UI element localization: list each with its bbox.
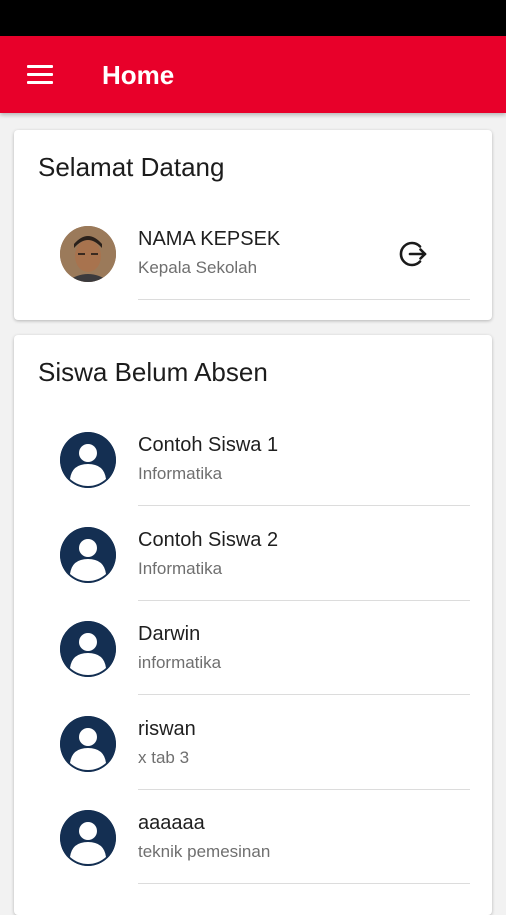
- menu-icon[interactable]: [27, 65, 53, 85]
- user-role: Kepala Sekolah: [138, 258, 258, 277]
- user-icon: [60, 621, 116, 677]
- app-bar: Home: [0, 36, 506, 113]
- profile-avatar: [60, 226, 116, 282]
- student-class: Informatika: [138, 559, 223, 578]
- welcome-title: Selamat Datang: [38, 152, 225, 182]
- welcome-card: Selamat Datang NAMA KEPSEK Kepala Sekola…: [14, 130, 492, 320]
- student-name: Contoh Siswa 1: [138, 434, 279, 456]
- student-class: informatika: [138, 653, 222, 672]
- divider: [138, 299, 470, 300]
- logout-icon[interactable]: [398, 238, 430, 270]
- divider: [138, 600, 470, 601]
- divider: [138, 505, 470, 506]
- user-icon: [60, 716, 116, 772]
- divider: [138, 789, 470, 790]
- user-icon: [60, 432, 116, 488]
- status-bar: [0, 0, 506, 36]
- list-item[interactable]: riswan x tab 3: [14, 697, 492, 791]
- absent-title: Siswa Belum Absen: [38, 357, 268, 387]
- absent-students-card: Siswa Belum Absen Contoh Siswa 1 Informat…: [14, 335, 492, 915]
- divider: [138, 694, 470, 695]
- student-class: teknik pemesinan: [138, 842, 271, 861]
- list-item[interactable]: Darwin informatika: [14, 602, 492, 696]
- student-name: Darwin: [138, 623, 201, 645]
- page-title: Home: [102, 60, 175, 90]
- divider: [138, 883, 470, 884]
- student-class: x tab 3: [138, 748, 190, 767]
- user-icon: [60, 527, 116, 583]
- list-item[interactable]: Contoh Siswa 2 Informatika: [14, 508, 492, 602]
- student-name: riswan: [138, 718, 196, 740]
- list-item[interactable]: Contoh Siswa 1 Informatika: [14, 413, 492, 507]
- list-item[interactable]: aaaaaa teknik pemesinan: [14, 791, 492, 885]
- user-icon: [60, 810, 116, 866]
- student-class: Informatika: [138, 464, 223, 483]
- user-name: NAMA KEPSEK: [138, 228, 281, 250]
- student-name: aaaaaa: [138, 812, 205, 834]
- student-name: Contoh Siswa 2: [138, 529, 279, 551]
